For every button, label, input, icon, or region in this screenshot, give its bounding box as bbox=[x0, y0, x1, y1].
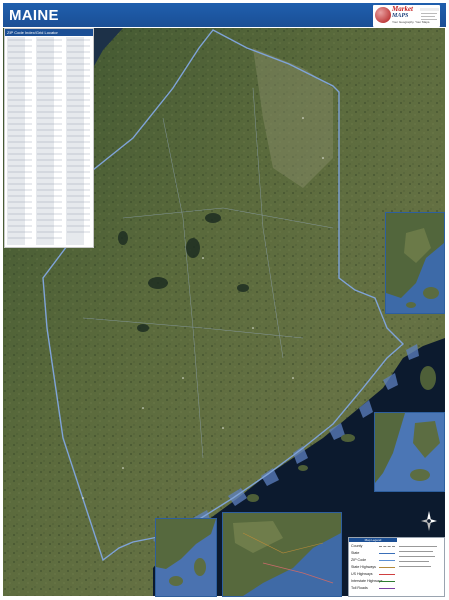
legend-swatch-us-highways bbox=[379, 574, 395, 575]
legend-swatch-state-highways bbox=[379, 567, 395, 568]
logo-name-line2: MAPS bbox=[392, 13, 409, 19]
legend-fineprint bbox=[399, 546, 439, 573]
inset-map-bar-harbor[interactable] bbox=[385, 212, 445, 314]
legend-swatch-zip bbox=[379, 560, 395, 561]
legend-item-state: State bbox=[351, 551, 360, 555]
map-title: MAINE bbox=[9, 7, 59, 24]
brand-logo: Market MAPS Your Geography. Your Maps. bbox=[373, 5, 440, 27]
legend-item-county: County bbox=[351, 544, 363, 548]
legend-item-toll-roads: Toll Roads bbox=[351, 586, 368, 590]
globe-logo-icon bbox=[375, 7, 391, 23]
logo-fineprint bbox=[420, 8, 439, 24]
legend-swatch-interstate bbox=[379, 581, 395, 582]
legend-item-us-highways: US Highways bbox=[351, 572, 373, 576]
zip-index-heading: ZIP Code Index/Grid Locator bbox=[5, 29, 93, 36]
inset-map-portland[interactable] bbox=[222, 512, 342, 597]
wall-map-poster: MAINE Market MAPS Your Geography. Your M… bbox=[0, 0, 449, 600]
legend-item-interstate: Interstate Highways bbox=[351, 579, 383, 583]
logo-name-line1: Market bbox=[392, 5, 413, 13]
legend-swatch-toll-roads bbox=[379, 588, 395, 589]
inset-map-penobscot-bay[interactable] bbox=[374, 412, 445, 492]
header-bar: MAINE Market MAPS Your Geography. Your M… bbox=[3, 3, 446, 27]
map-legend: Map Legend County State ZIP Code State H… bbox=[348, 537, 445, 597]
legend-item-state-highways: State Highways bbox=[351, 565, 376, 569]
legend-heading: Map Legend bbox=[349, 538, 397, 542]
legend-swatch-state bbox=[379, 553, 395, 554]
zip-index-columns bbox=[6, 37, 92, 245]
compass-icon bbox=[420, 510, 438, 532]
legend-item-zip: ZIP Code bbox=[351, 558, 367, 562]
legend-swatch-county bbox=[379, 546, 395, 547]
inset-map-casco-bay[interactable] bbox=[155, 518, 217, 597]
zip-code-index-panel: ZIP Code Index/Grid Locator bbox=[4, 28, 94, 248]
